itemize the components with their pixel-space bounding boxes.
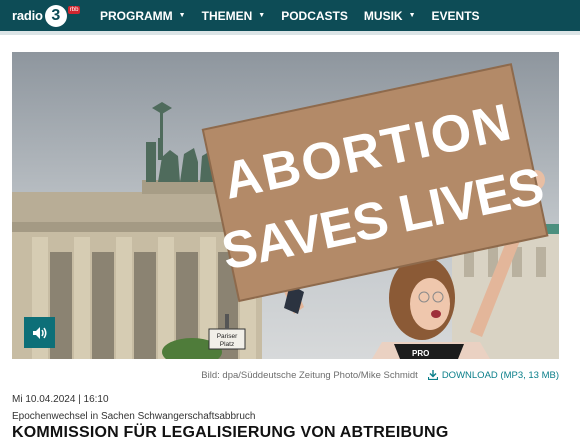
chevron-down-icon: ▼ [408,12,416,19]
logo-wordmark: radio [12,8,43,23]
logo-number: 3 [44,4,67,27]
menu-item-programm[interactable]: PROGRAMM ▼ [100,9,186,23]
protest-photo: Pariser Platz PRO ABORTION SAVES LIVES [12,52,559,359]
article-date: Mi 10.04.2024 | 16:10 [12,394,109,405]
menu-item-label: PODCASTS [281,8,348,23]
menu-item-podcasts[interactable]: PODCASTS [281,9,348,23]
download-icon [427,370,438,380]
audio-play-button[interactable] [24,317,55,348]
menu-item-label: PROGRAMM [100,8,173,23]
image-credit: Bild: dpa/Süddeutsche Zeitung Photo/Mike… [201,369,418,381]
radio3-logo[interactable]: radio 3 rbb [12,3,81,28]
logo-badge: rbb [67,5,81,14]
chevron-down-icon: ▼ [178,12,186,19]
download-link[interactable]: DOWNLOAD (MP3, 13 MB) [427,369,559,381]
street-sign-line2: Platz [220,341,234,348]
shirt-text: PRO [412,349,429,358]
article-kicker: Epochenwechsel in Sachen Schwangerschaft… [12,411,256,422]
menu-item-musik[interactable]: MUSIK ▼ [364,9,416,23]
menu-item-events[interactable]: EVENTS [432,9,480,23]
nav-shadow [0,31,580,35]
protester-face [410,278,450,330]
article-headline: KOMMISSION FÜR LEGALISIERUNG VON ABTREIB… [12,424,449,441]
hero-image: Pariser Platz PRO ABORTION SAVES LIVES [12,52,559,359]
speaker-icon [32,326,46,339]
chevron-down-icon: ▼ [258,12,266,19]
menu-item-label: THEMEN [201,8,253,23]
menu-item-themen[interactable]: THEMEN ▼ [202,9,266,23]
menu-item-label: MUSIK [363,8,403,23]
media-info-row: Bild: dpa/Süddeutsche Zeitung Photo/Mike… [12,368,559,382]
top-navigation-bar: radio 3 rbb PROGRAMM ▼ THEMEN ▼ PODCASTS… [0,0,580,31]
download-label: DOWNLOAD (MP3, 13 MB) [441,369,559,381]
menu-item-label: EVENTS [431,8,480,23]
street-sign-line1: Pariser [217,333,238,340]
main-menu: PROGRAMM ▼ THEMEN ▼ PODCASTS MUSIK ▼ EVE… [100,0,496,31]
